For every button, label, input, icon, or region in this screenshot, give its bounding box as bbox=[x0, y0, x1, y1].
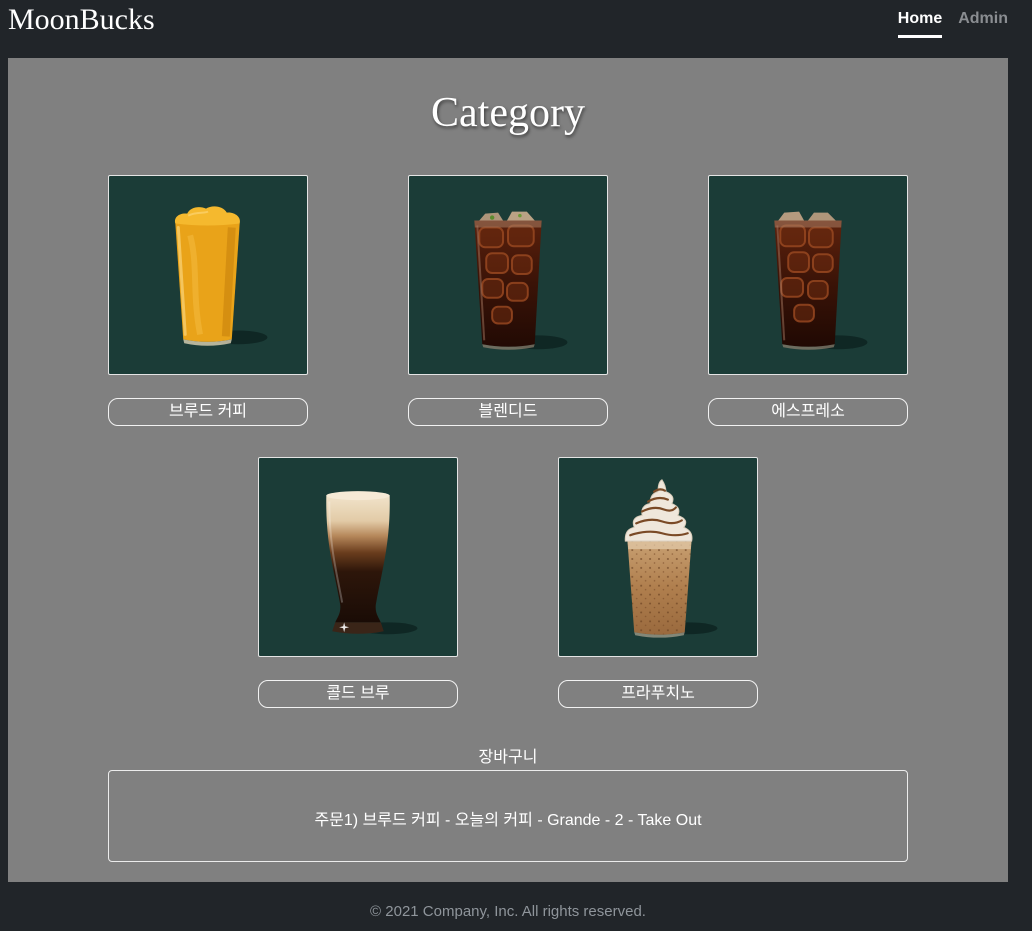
category-card: 콜드 브루 bbox=[208, 457, 508, 708]
category-button-espresso[interactable]: 에스프레소 bbox=[708, 398, 908, 426]
iced-coffee-icon bbox=[774, 211, 868, 350]
top-navbar: MoonBucks Home Admin bbox=[0, 0, 1032, 58]
nav-link-admin[interactable]: Admin bbox=[958, 8, 1008, 38]
category-image-espresso[interactable] bbox=[708, 175, 908, 375]
category-button-cold-brew[interactable]: 콜드 브루 bbox=[258, 680, 458, 708]
brand-logo[interactable]: MoonBucks bbox=[8, 2, 155, 38]
smoothie-drink-icon bbox=[174, 206, 268, 346]
category-image-brewed-coffee[interactable] bbox=[108, 175, 308, 375]
category-image-cold-brew[interactable] bbox=[258, 457, 458, 657]
category-card: 브루드 커피 bbox=[58, 175, 358, 426]
main-nav: Home Admin bbox=[897, 8, 1008, 38]
category-row: 콜드 브루 프라푸치노 bbox=[58, 457, 958, 708]
category-image-blended[interactable] bbox=[408, 175, 608, 375]
frappuccino-icon bbox=[624, 479, 718, 638]
category-row: 브루드 커피 블렌디드 에스프레소 bbox=[58, 175, 958, 426]
main-panel: Category 브루드 커피 블렌디드 에스프레소 콜드 브루 프라푸치노 장… bbox=[8, 58, 1008, 882]
category-card: 에스프레소 bbox=[658, 175, 958, 426]
cart-box: 주문1) 브루드 커피 - 오늘의 커피 - Grande - 2 - Take… bbox=[108, 770, 908, 862]
iced-coffee-icon bbox=[474, 211, 568, 350]
nav-link-home[interactable]: Home bbox=[897, 8, 943, 38]
category-button-brewed-coffee[interactable]: 브루드 커피 bbox=[108, 398, 308, 426]
cart-order-item: 주문1) 브루드 커피 - 오늘의 커피 - Grande - 2 - Take… bbox=[314, 812, 702, 829]
category-button-frappuccino[interactable]: 프라푸치노 bbox=[558, 680, 758, 708]
cart-label: 장바구니 bbox=[478, 749, 538, 766]
footer-copyright: © 2021 Company, Inc. All rights reserved… bbox=[370, 903, 646, 920]
cold-brew-icon bbox=[326, 491, 418, 635]
category-card: 프라푸치노 bbox=[508, 457, 808, 708]
category-image-frappuccino[interactable] bbox=[558, 457, 758, 657]
category-card: 블렌디드 bbox=[358, 175, 658, 426]
page-title: Category bbox=[431, 90, 585, 136]
category-button-blended[interactable]: 블렌디드 bbox=[408, 398, 608, 426]
